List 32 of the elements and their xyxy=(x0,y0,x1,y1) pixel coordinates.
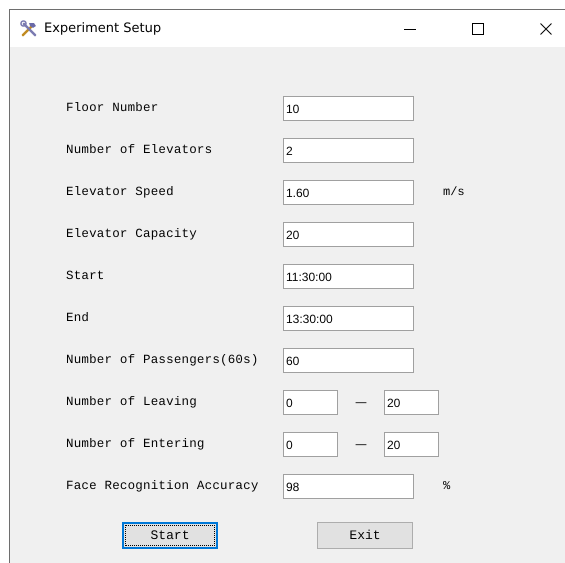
input-field[interactable]: 20 xyxy=(384,390,439,415)
field-label: Start xyxy=(66,268,106,285)
button[interactable]: Start xyxy=(122,522,218,549)
input-field[interactable]: 2 xyxy=(283,138,414,163)
range-separator: — xyxy=(354,394,368,411)
range-separator: — xyxy=(354,436,368,453)
input-field[interactable]: 10 xyxy=(283,96,414,121)
input-field[interactable]: 20 xyxy=(384,432,439,457)
input-field[interactable]: 11:30:00 xyxy=(283,264,414,289)
field-label: Elevator Speed xyxy=(66,184,175,201)
button[interactable]: Exit xyxy=(317,522,413,549)
field-label: Number of Leaving xyxy=(66,394,198,411)
field-label: Floor Number xyxy=(66,100,160,117)
field-label: Number of Elevators xyxy=(66,142,214,159)
window-title: Experiment Setup xyxy=(44,21,162,36)
hammer-wrench-icon xyxy=(20,20,38,38)
field-label: End xyxy=(66,310,90,327)
input-field[interactable]: 60 xyxy=(283,348,414,373)
field-label: Face Recognition Accuracy xyxy=(66,478,260,495)
field-label: Number of Passengers(60s) xyxy=(66,352,260,369)
input-field[interactable]: 20 xyxy=(283,222,414,247)
maximize-icon[interactable] xyxy=(472,22,484,34)
unit-label: % xyxy=(443,478,450,495)
input-field[interactable]: 0 xyxy=(283,432,338,457)
close-icon[interactable] xyxy=(540,22,552,34)
input-field[interactable]: 0 xyxy=(283,390,338,415)
input-field[interactable]: 1.60 xyxy=(283,180,414,205)
field-label: Number of Entering xyxy=(66,436,206,453)
unit-label: m/s xyxy=(443,184,465,201)
input-field[interactable]: 13:30:00 xyxy=(283,306,414,331)
input-field[interactable]: 98 xyxy=(283,474,414,499)
field-label: Elevator Capacity xyxy=(66,226,198,243)
